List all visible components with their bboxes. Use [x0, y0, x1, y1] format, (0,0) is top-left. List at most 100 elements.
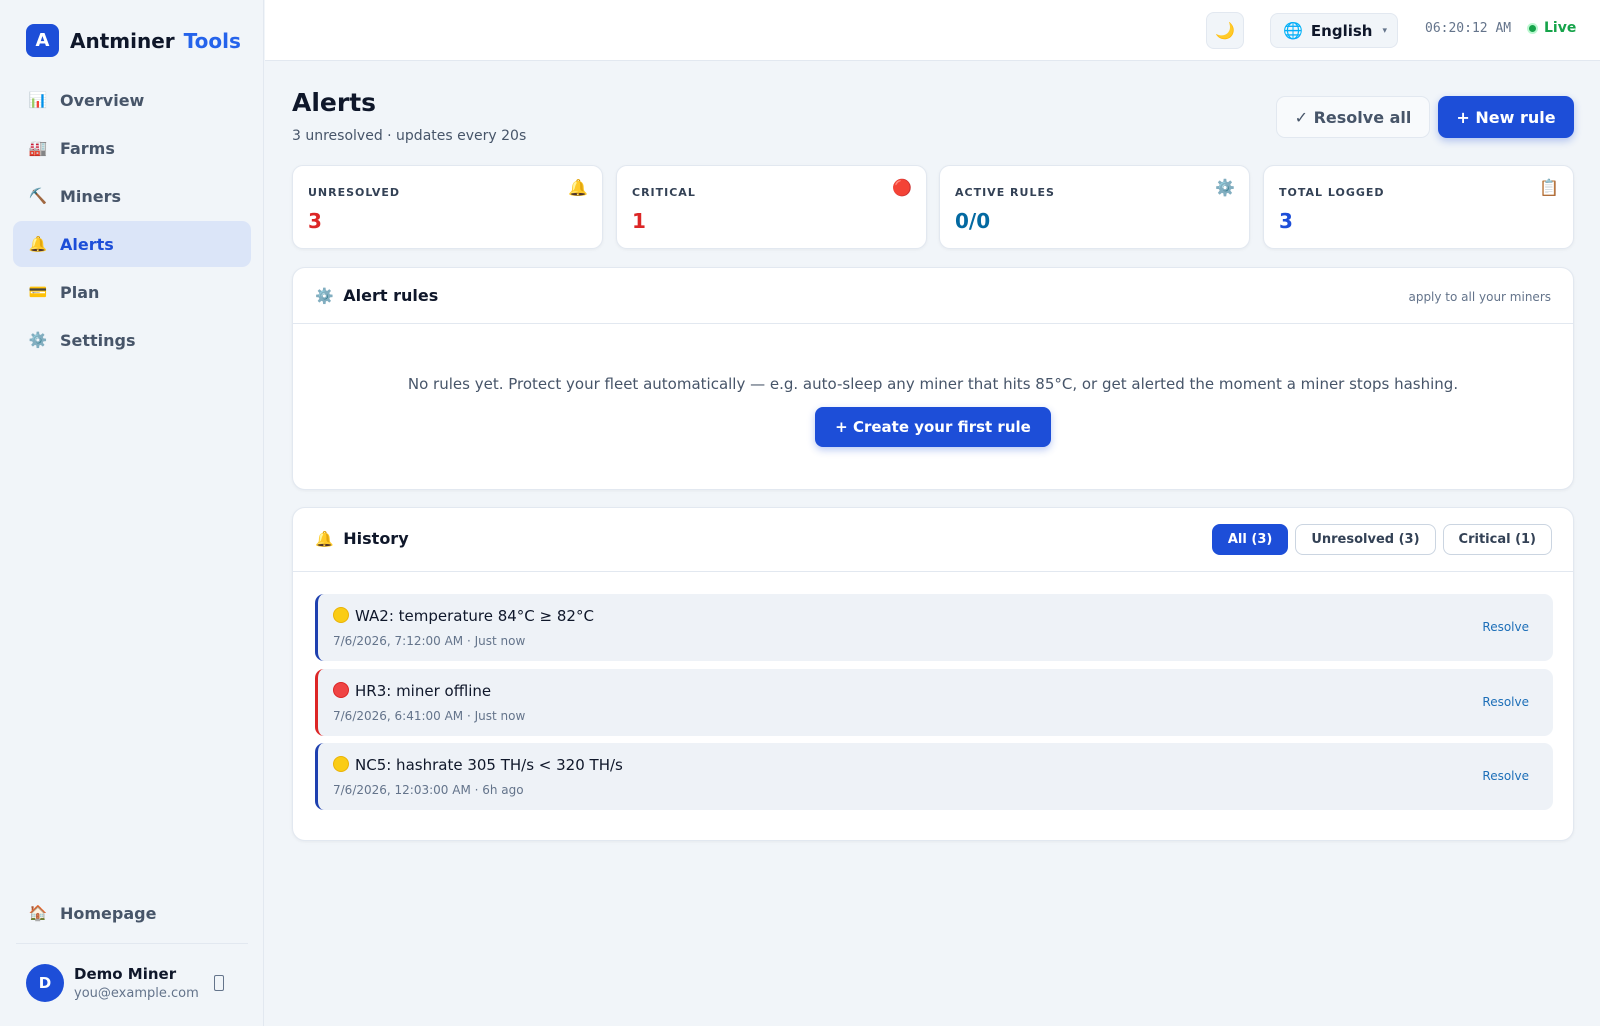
resolve-link[interactable]: Resolve	[1482, 695, 1529, 709]
stat-label: UNRESOLVED	[308, 186, 401, 199]
stat-value: 3	[308, 209, 322, 233]
live-dot-icon	[1527, 22, 1538, 34]
chart-icon: 📊	[28, 91, 48, 109]
alert-title: WA2: temperature 84°C ≥ 82°C	[333, 607, 594, 625]
sidebar-divider	[16, 943, 248, 944]
stat-label: CRITICAL	[632, 186, 696, 199]
topbar: 🌙 🌐 English ▾ 06:20:12 AM Live	[265, 0, 1600, 61]
card-header: ⚙️ Alert rules apply to all your miners	[293, 268, 1573, 324]
theme-toggle-button[interactable]: 🌙	[1206, 12, 1244, 49]
sidebar-item-label: Miners	[60, 186, 122, 206]
moon-icon: 🌙	[1215, 21, 1235, 40]
alert-meta: 7/6/2026, 12:03:00 AM · 6h ago	[333, 783, 524, 797]
empty-state-text: No rules yet. Protect your fleet automat…	[407, 375, 1459, 393]
stat-label: TOTAL LOGGED	[1279, 186, 1385, 199]
gear-icon: ⚙️	[315, 287, 334, 305]
home-icon: 🏠	[28, 904, 48, 922]
page-subtitle: 3 unresolved · updates every 20s	[292, 128, 527, 144]
alert-title-text: WA2: temperature 84°C ≥ 82°C	[355, 607, 594, 625]
sidebar-item-label: Plan	[60, 282, 100, 302]
stat-value: 3	[1279, 209, 1293, 233]
alert-title-text: NC5: hashrate 305 TH/s < 320 TH/s	[355, 756, 623, 774]
sidebar-item-farms[interactable]: 🏭 Farms	[13, 125, 251, 171]
brand-logo: A	[26, 24, 59, 57]
sidebar-item-alerts[interactable]: 🔔 Alerts	[13, 221, 251, 267]
critical-dot-icon	[333, 682, 349, 698]
sidebar-item-plan[interactable]: 💳 Plan	[13, 269, 251, 315]
sidebar-nav: 📊 Overview 🏭 Farms ⛏️ Miners 🔔 Alerts 💳 …	[13, 77, 251, 365]
user-info: Demo Miner you@example.com	[74, 965, 199, 1001]
language-label: English	[1310, 21, 1373, 40]
sidebar-item-overview[interactable]: 📊 Overview	[13, 77, 251, 123]
sidebar-item-miners[interactable]: ⛏️ Miners	[13, 173, 251, 219]
gear-icon: ⚙️	[28, 331, 48, 349]
user-name: Demo Miner	[74, 965, 177, 983]
red-circle-icon: 🔴	[892, 178, 912, 197]
alert-rules-card: ⚙️ Alert rules apply to all your miners …	[292, 267, 1574, 490]
bell-icon: 🔔	[28, 235, 48, 253]
warning-dot-icon	[333, 756, 349, 772]
stat-value: 0/0	[955, 209, 991, 233]
sidebar-item-settings[interactable]: ⚙️ Settings	[13, 317, 251, 363]
alert-title: NC5: hashrate 305 TH/s < 320 TH/s	[333, 756, 623, 774]
stat-card-unresolved: UNRESOLVED 3 🔔	[292, 165, 603, 249]
card-title-text: History	[343, 529, 409, 548]
page-title: Alerts	[292, 88, 377, 117]
stat-value: 1	[632, 209, 646, 233]
create-first-rule-button[interactable]: + Create your first rule	[815, 407, 1051, 447]
new-rule-button[interactable]: + New rule	[1438, 96, 1574, 138]
filter-unresolved[interactable]: Unresolved (3)	[1295, 524, 1436, 555]
card-note: apply to all your miners	[1408, 290, 1551, 304]
credit-card-icon: 💳	[28, 283, 48, 301]
brand-accent: Tools	[183, 28, 241, 53]
card-title-text: Alert rules	[343, 286, 439, 305]
language-select[interactable]: 🌐 English ▾	[1270, 13, 1398, 48]
sidebar-item-label: Overview	[60, 90, 145, 110]
stat-card-total-logged: TOTAL LOGGED 3 📋	[1263, 165, 1574, 249]
sidebar: A Antminer Tools 📊 Overview 🏭 Farms ⛏️ M…	[0, 0, 264, 1026]
alert-meta: 7/6/2026, 7:12:00 AM · Just now	[333, 634, 526, 648]
filter-all[interactable]: All (3)	[1211, 524, 1289, 555]
live-label: Live	[1544, 20, 1577, 36]
alert-row: HR3: miner offline 7/6/2026, 6:41:00 AM …	[315, 669, 1553, 736]
stat-card-active-rules: ACTIVE RULES 0/0 ⚙️	[939, 165, 1250, 249]
globe-icon: 🌐	[1283, 21, 1303, 40]
sidebar-bottom-nav: 🏠 Homepage	[13, 890, 251, 938]
resolve-all-button[interactable]: ✓ Resolve all	[1276, 96, 1430, 138]
alert-row: NC5: hashrate 305 TH/s < 320 TH/s 7/6/20…	[315, 743, 1553, 810]
sidebar-item-label: Homepage	[60, 903, 157, 923]
gear-icon: ⚙️	[1215, 178, 1235, 197]
pickaxe-icon: ⛏️	[28, 187, 48, 205]
alert-title-text: HR3: miner offline	[355, 682, 492, 700]
avatar: D	[26, 964, 64, 1002]
alert-title: HR3: miner offline	[333, 682, 491, 700]
stat-label: ACTIVE RULES	[955, 186, 1055, 199]
sidebar-item-label: Alerts	[60, 234, 114, 254]
factory-icon: 🏭	[28, 139, 48, 157]
brand[interactable]: A Antminer Tools	[26, 24, 241, 57]
bell-icon: 🔔	[568, 178, 588, 197]
live-status: Live	[1527, 20, 1576, 36]
clipboard-icon: 📋	[1539, 178, 1559, 197]
sidebar-item-label: Farms	[60, 138, 115, 158]
user-profile[interactable]: D Demo Miner you@example.com	[26, 963, 246, 1003]
history-filters: All (3) Unresolved (3) Critical (1)	[1205, 524, 1552, 555]
clock: 06:20:12 AM	[1425, 21, 1512, 36]
card-header: 🔔 History All (3) Unresolved (3) Critica…	[293, 508, 1573, 572]
resolve-link[interactable]: Resolve	[1482, 620, 1529, 634]
history-card: 🔔 History All (3) Unresolved (3) Critica…	[292, 507, 1574, 841]
logout-icon[interactable]	[214, 975, 224, 991]
alert-meta: 7/6/2026, 6:41:00 AM · Just now	[333, 709, 526, 723]
alert-row: WA2: temperature 84°C ≥ 82°C 7/6/2026, 7…	[315, 594, 1553, 661]
chevron-down-icon: ▾	[1382, 25, 1388, 36]
brand-name: Antminer	[70, 28, 175, 53]
stat-card-critical: CRITICAL 1 🔴	[616, 165, 927, 249]
sidebar-item-label: Settings	[60, 330, 136, 350]
card-title: ⚙️ Alert rules	[315, 286, 438, 305]
filter-critical[interactable]: Critical (1)	[1442, 524, 1552, 555]
card-title: 🔔 History	[315, 529, 409, 548]
sidebar-item-homepage[interactable]: 🏠 Homepage	[13, 890, 251, 936]
resolve-link[interactable]: Resolve	[1482, 769, 1529, 783]
user-email: you@example.com	[74, 986, 199, 1001]
bell-icon: 🔔	[315, 530, 334, 548]
